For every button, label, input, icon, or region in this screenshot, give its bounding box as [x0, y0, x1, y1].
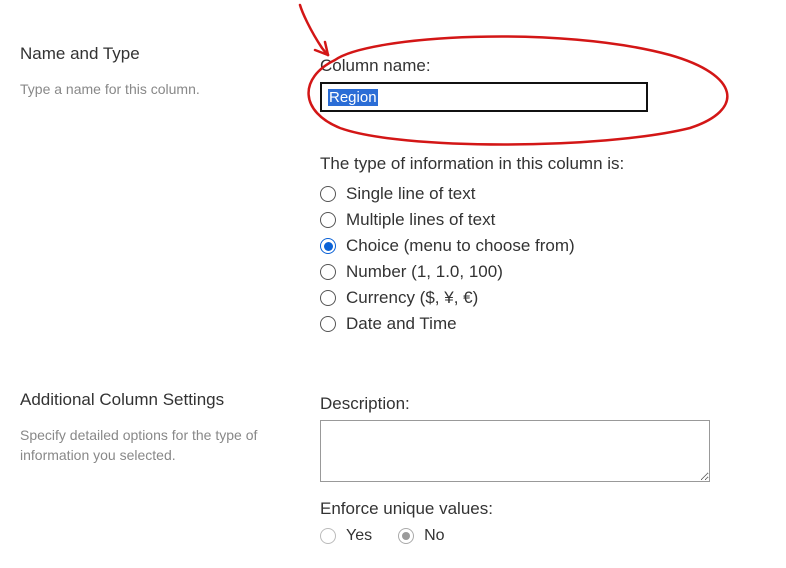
- column-name-value: Region: [328, 89, 378, 106]
- section-additional-settings: Additional Column Settings Specify detai…: [0, 340, 786, 545]
- radio-option-yes[interactable]: Yes: [320, 527, 372, 545]
- radio-option-datetime[interactable]: Date and Time: [320, 314, 726, 334]
- radio-option-multiple-lines[interactable]: Multiple lines of text: [320, 210, 726, 230]
- right-column: Description: Enforce unique values: Yes …: [320, 390, 766, 545]
- radio-icon: [320, 264, 336, 280]
- column-name-label: Column name:: [320, 56, 726, 76]
- column-type-radio-group: Single line of text Multiple lines of te…: [320, 184, 726, 334]
- enforce-unique-radio-group: Yes No: [320, 527, 726, 545]
- column-name-input[interactable]: Region: [320, 82, 648, 112]
- enforce-unique-label: Enforce unique values:: [320, 499, 726, 519]
- radio-label: Yes: [346, 527, 372, 545]
- radio-option-no[interactable]: No: [398, 527, 444, 545]
- radio-label: Choice (menu to choose from): [346, 236, 575, 256]
- radio-icon: [320, 212, 336, 228]
- radio-icon: [320, 186, 336, 202]
- radio-label: Single line of text: [346, 184, 475, 204]
- radio-icon: [320, 528, 336, 544]
- radio-label: No: [424, 527, 444, 545]
- radio-icon: [320, 290, 336, 306]
- section-name-and-type: Name and Type Type a name for this colum…: [0, 0, 786, 340]
- section-desc-name-type: Type a name for this column.: [20, 80, 300, 100]
- radio-label: Multiple lines of text: [346, 210, 495, 230]
- section-title-name-type: Name and Type: [20, 44, 300, 64]
- radio-option-choice[interactable]: Choice (menu to choose from): [320, 236, 726, 256]
- radio-option-single-line[interactable]: Single line of text: [320, 184, 726, 204]
- section-desc-additional: Specify detailed options for the type of…: [20, 426, 300, 465]
- radio-icon: [398, 528, 414, 544]
- radio-label: Currency ($, ¥, €): [346, 288, 478, 308]
- radio-label: Date and Time: [346, 314, 457, 334]
- left-column: Name and Type Type a name for this colum…: [20, 44, 320, 100]
- left-column: Additional Column Settings Specify detai…: [20, 390, 320, 465]
- description-label: Description:: [320, 394, 726, 414]
- section-title-additional: Additional Column Settings: [20, 390, 300, 410]
- radio-option-number[interactable]: Number (1, 1.0, 100): [320, 262, 726, 282]
- radio-icon: [320, 238, 336, 254]
- column-type-label: The type of information in this column i…: [320, 154, 726, 174]
- radio-label: Number (1, 1.0, 100): [346, 262, 503, 282]
- radio-option-currency[interactable]: Currency ($, ¥, €): [320, 288, 726, 308]
- description-textarea[interactable]: [320, 420, 710, 482]
- right-column: Column name: Region The type of informat…: [320, 44, 766, 340]
- radio-icon: [320, 316, 336, 332]
